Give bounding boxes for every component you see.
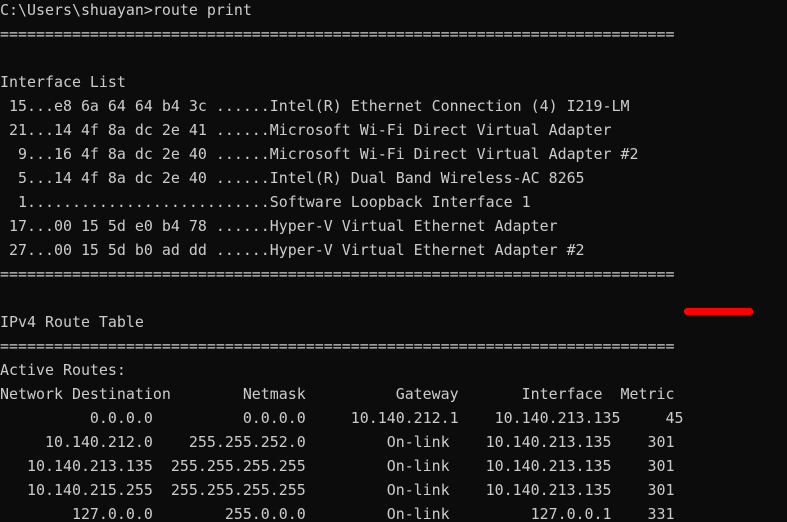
route-table-header: Network Destination Netmask Gateway Inte… <box>0 385 675 403</box>
separator-line-2: ========================================… <box>0 265 675 283</box>
interface-list-title: Interface List <box>0 73 126 91</box>
command-prompt-console[interactable]: C:\Users\shuayan>route print ===========… <box>0 0 787 522</box>
active-routes-title: Active Routes: <box>0 361 126 379</box>
interface-list-item: 1...........................Software Loo… <box>0 193 531 211</box>
table-row: 127.0.0.0 255.0.0.0 On-link 127.0.0.1 33… <box>0 505 675 522</box>
interface-list-item: 15...e8 6a 64 64 b4 3c ......Intel(R) Et… <box>0 97 630 115</box>
table-row: 10.140.212.0 255.255.252.0 On-link 10.14… <box>0 433 675 451</box>
interface-list-item: 9...16 4f 8a dc 2e 40 ......Microsoft Wi… <box>0 145 639 163</box>
console-output: C:\Users\shuayan>route print ===========… <box>0 0 787 522</box>
interface-list-item: 27...00 15 5d b0 ad dd ......Hyper-V Vir… <box>0 241 585 259</box>
prompt-line: C:\Users\shuayan>route print <box>0 1 252 19</box>
interface-list-item: 21...14 4f 8a dc 2e 41 ......Microsoft W… <box>0 121 612 139</box>
ipv4-route-table-title: IPv4 Route Table <box>0 313 144 331</box>
interface-list-item: 5...14 4f 8a dc 2e 40 ......Intel(R) Dua… <box>0 169 585 187</box>
table-row: 0.0.0.0 0.0.0.0 10.140.212.1 10.140.213.… <box>0 409 684 427</box>
separator-line-1: ========================================… <box>0 25 675 43</box>
table-row: 10.140.213.135 255.255.255.255 On-link 1… <box>0 457 675 475</box>
separator-line-3: ========================================… <box>0 337 675 355</box>
table-row: 10.140.215.255 255.255.255.255 On-link 1… <box>0 481 675 499</box>
interface-list-item: 17...00 15 5d e0 b4 78 ......Hyper-V Vir… <box>0 217 558 235</box>
